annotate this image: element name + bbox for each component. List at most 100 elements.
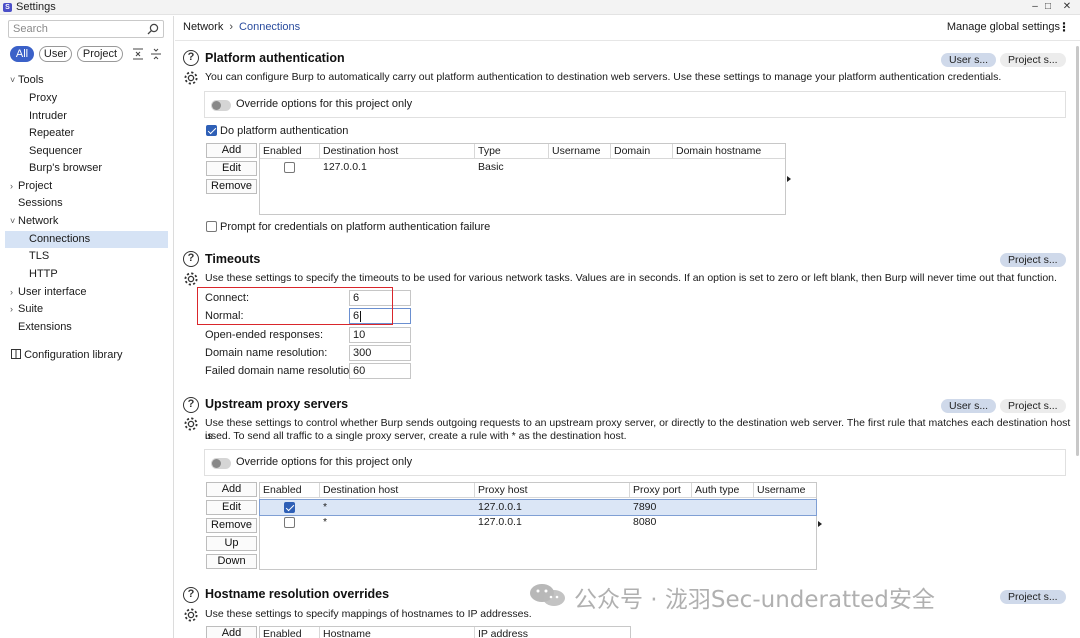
- open-ended-timeout-input[interactable]: 10: [349, 327, 411, 343]
- table-row[interactable]: * 127.0.0.1 7890: [259, 499, 817, 516]
- section-title: Upstream proxy servers: [205, 397, 349, 411]
- row-enabled-checkbox[interactable]: [284, 162, 295, 173]
- section-title: Platform authentication: [205, 51, 345, 65]
- scroll-right-icon[interactable]: [818, 521, 822, 527]
- column-header[interactable]: Proxy port: [630, 483, 692, 498]
- filter-project-button[interactable]: Project: [77, 46, 123, 62]
- gear-icon[interactable]: [183, 70, 199, 86]
- override-box: Override options for this project only: [204, 91, 1066, 118]
- collapse-all-icon[interactable]: [150, 47, 162, 61]
- expand-all-icon[interactable]: [132, 47, 144, 61]
- help-icon[interactable]: ?: [183, 251, 199, 267]
- tree-item-connections[interactable]: Connections: [5, 231, 168, 248]
- project-settings-button[interactable]: Project s...: [1000, 53, 1066, 67]
- tree-item-extensions[interactable]: Extensions: [18, 319, 72, 336]
- dns-label: Domain name resolution:: [205, 347, 328, 359]
- do-platform-auth-checkbox[interactable]: [206, 125, 217, 136]
- configuration-library-link[interactable]: Configuration library: [11, 349, 123, 361]
- table-row[interactable]: 127.0.0.1 Basic: [260, 160, 785, 175]
- column-header[interactable]: Destination host: [320, 483, 475, 498]
- edit-button[interactable]: Edit: [206, 161, 257, 176]
- tree-item-project[interactable]: › Project: [10, 178, 52, 195]
- user-settings-button[interactable]: User s...: [941, 399, 997, 413]
- column-header[interactable]: IP address: [475, 627, 630, 638]
- failed-dns-label: Failed domain name resolution:: [205, 365, 359, 377]
- dns-timeout-input[interactable]: 300: [349, 345, 411, 361]
- manage-global-settings-link[interactable]: Manage global settings: [947, 21, 1060, 33]
- kebab-menu-icon[interactable]: ⋮: [1058, 20, 1070, 34]
- remove-button[interactable]: Remove: [206, 179, 257, 194]
- help-icon[interactable]: ?: [183, 587, 199, 603]
- hostname-overrides-table: Enabled Hostname IP address: [259, 626, 631, 638]
- edit-button[interactable]: Edit: [206, 500, 257, 515]
- up-button[interactable]: Up: [206, 536, 257, 551]
- row-enabled-checkbox[interactable]: [284, 517, 295, 528]
- down-button[interactable]: Down: [206, 554, 257, 569]
- gear-icon[interactable]: [183, 271, 199, 287]
- scrollbar[interactable]: [1076, 46, 1079, 456]
- tree-item-proxy[interactable]: Proxy: [29, 90, 57, 107]
- chevron-right-icon: ›: [10, 287, 13, 297]
- section-description: Use these settings to specify the timeou…: [205, 272, 1057, 284]
- tree-item-intruder[interactable]: Intruder: [29, 108, 67, 125]
- failed-dns-timeout-input[interactable]: 60: [349, 363, 411, 379]
- prompt-credentials-checkbox[interactable]: [206, 221, 217, 232]
- tree-item-repeater[interactable]: Repeater: [29, 125, 74, 142]
- section-title: Hostname resolution overrides: [205, 587, 390, 601]
- scroll-right-icon[interactable]: [787, 176, 791, 182]
- close-button[interactable]: ✕: [1054, 0, 1080, 15]
- add-button[interactable]: Add: [206, 482, 257, 497]
- override-toggle[interactable]: [211, 458, 231, 469]
- user-settings-button[interactable]: User s...: [941, 53, 997, 67]
- tree-item-suite[interactable]: › Suite: [10, 301, 43, 318]
- filter-all-button[interactable]: All: [10, 46, 34, 62]
- tree-item-browser[interactable]: Burp's browser: [29, 160, 102, 177]
- section-description-continued: used. To send all traffic to a single pr…: [205, 430, 627, 442]
- table-row[interactable]: * 127.0.0.1 8080: [260, 515, 816, 530]
- column-header[interactable]: Domain hostname: [673, 144, 785, 159]
- tree-item-http[interactable]: HTTP: [29, 266, 58, 283]
- tree-label: Suite: [18, 303, 44, 315]
- search-input[interactable]: Search: [8, 20, 164, 38]
- gear-icon[interactable]: [183, 607, 199, 623]
- column-header[interactable]: Username: [754, 483, 816, 498]
- override-toggle[interactable]: [211, 100, 231, 111]
- project-settings-button[interactable]: Project s...: [1000, 590, 1066, 604]
- add-button[interactable]: Add: [206, 626, 257, 638]
- project-settings-button[interactable]: Project s...: [1000, 253, 1066, 267]
- tree-item-tls[interactable]: TLS: [29, 248, 49, 265]
- tree-item-sessions[interactable]: Sessions: [18, 195, 63, 212]
- cell-proxy-host: 127.0.0.1: [478, 516, 522, 528]
- column-header[interactable]: Enabled: [260, 627, 320, 638]
- watermark-text: 公众号 · 泷羽Sec-underatted安全: [574, 587, 935, 613]
- column-header[interactable]: Auth type: [692, 483, 754, 498]
- tree-item-sequencer[interactable]: Sequencer: [29, 143, 82, 160]
- column-header[interactable]: Proxy host: [475, 483, 630, 498]
- override-label: Override options for this project only: [236, 98, 413, 110]
- column-header[interactable]: Hostname: [320, 627, 475, 638]
- breadcrumb-connections: Connections: [239, 21, 301, 33]
- column-header[interactable]: Enabled: [260, 483, 320, 498]
- row-enabled-checkbox[interactable]: [284, 502, 295, 513]
- tree-item-user-interface[interactable]: › User interface: [10, 284, 86, 301]
- column-header[interactable]: Username: [549, 144, 611, 159]
- search-icon[interactable]: [147, 23, 159, 35]
- search-placeholder: Search: [13, 23, 48, 35]
- column-header[interactable]: Type: [475, 144, 549, 159]
- breadcrumb-network[interactable]: Network: [183, 21, 223, 33]
- tree-item-network[interactable]: ˅ Network: [10, 213, 58, 230]
- project-settings-button[interactable]: Project s...: [1000, 399, 1066, 413]
- tree-item-tools[interactable]: ˅ Tools: [10, 72, 44, 89]
- breadcrumb: Network › Connections: [183, 21, 300, 33]
- remove-button[interactable]: Remove: [206, 518, 257, 533]
- filter-user-button[interactable]: User: [39, 46, 72, 62]
- gear-icon[interactable]: [183, 416, 199, 432]
- help-icon[interactable]: ?: [183, 397, 199, 413]
- column-header[interactable]: Destination host: [320, 144, 475, 159]
- column-header[interactable]: Enabled: [260, 144, 320, 159]
- add-button[interactable]: Add: [206, 143, 257, 158]
- main-panel: Network › Connections Manage global settin…: [175, 16, 1080, 638]
- top-bar: Network › Connections Manage global settin…: [175, 16, 1080, 41]
- column-header[interactable]: Domain: [611, 144, 673, 159]
- help-icon[interactable]: ?: [183, 50, 199, 66]
